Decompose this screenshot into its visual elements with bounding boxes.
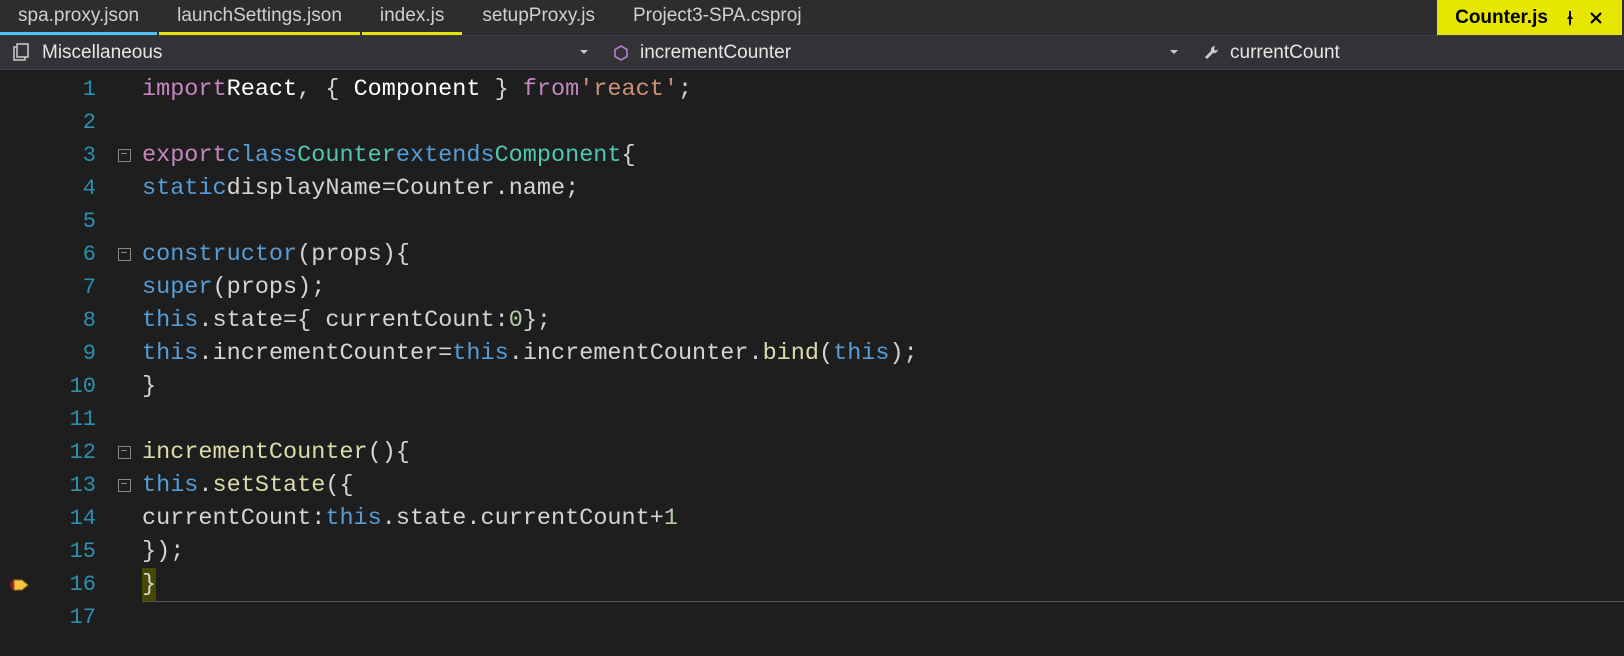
nav-field-dropdown[interactable]: currentCount: [1190, 36, 1624, 69]
line-number: 12: [42, 436, 106, 469]
tab-index-js[interactable]: index.js: [362, 0, 462, 35]
close-icon[interactable]: [1588, 10, 1604, 26]
nav-member-label: incrementCounter: [640, 42, 791, 64]
tab-spa-proxy[interactable]: spa.proxy.json: [0, 0, 157, 35]
gutter-row: 15: [0, 535, 142, 568]
line-number: 9: [42, 337, 106, 370]
line-number: 5: [42, 205, 106, 238]
tab-bar: spa.proxy.json launchSettings.json index…: [0, 0, 1624, 36]
code-line[interactable]: [142, 601, 1624, 634]
nav-scope-dropdown[interactable]: Miscellaneous: [0, 36, 600, 69]
gutter-row: 4: [0, 172, 142, 205]
method-icon: [612, 44, 630, 62]
code-line[interactable]: });: [142, 535, 1624, 568]
line-number: 4: [42, 172, 106, 205]
chevron-down-icon: [578, 42, 590, 64]
code-line[interactable]: constructor(props) {: [142, 238, 1624, 271]
pin-icon[interactable]: [1562, 10, 1578, 26]
code-line[interactable]: }: [142, 370, 1624, 403]
editor-gutter: 123−456−789101112−13−14151617: [0, 70, 142, 656]
files-icon: [12, 43, 32, 63]
fold-toggle-icon[interactable]: −: [118, 479, 131, 492]
line-number: 7: [42, 271, 106, 304]
code-line[interactable]: import React, { Component } from 'react'…: [142, 73, 1624, 106]
line-number: 13: [42, 469, 106, 502]
tab-label: Counter.js: [1455, 7, 1548, 29]
fold-toggle-icon[interactable]: −: [118, 446, 131, 459]
wrench-icon: [1202, 44, 1220, 62]
fold-toggle-icon[interactable]: −: [118, 149, 131, 162]
line-number: 15: [42, 535, 106, 568]
code-line[interactable]: this.setState({: [142, 469, 1624, 502]
gutter-row: 6−: [0, 238, 142, 271]
nav-member-dropdown[interactable]: incrementCounter: [600, 36, 1190, 69]
code-line[interactable]: incrementCounter() {: [142, 436, 1624, 469]
gutter-row: 8: [0, 304, 142, 337]
execution-pointer-icon: [10, 576, 32, 594]
line-number: 8: [42, 304, 106, 337]
tab-setupproxy[interactable]: setupProxy.js: [464, 0, 613, 35]
gutter-row: 12−: [0, 436, 142, 469]
code-line[interactable]: super(props);: [142, 271, 1624, 304]
gutter-row: 11: [0, 403, 142, 436]
tab-label: index.js: [380, 5, 444, 27]
tab-csproj[interactable]: Project3-SPA.csproj: [615, 0, 820, 35]
gutter-row: 2: [0, 106, 142, 139]
gutter-row: 7: [0, 271, 142, 304]
code-line[interactable]: currentCount: this.state.currentCount + …: [142, 502, 1624, 535]
code-line[interactable]: this.incrementCounter = this.incrementCo…: [142, 337, 1624, 370]
code-line[interactable]: [142, 403, 1624, 436]
code-line[interactable]: static displayName = Counter.name;: [142, 172, 1624, 205]
line-number: 10: [42, 370, 106, 403]
line-number: 6: [42, 238, 106, 271]
tab-label: setupProxy.js: [482, 5, 595, 27]
tab-counter-js[interactable]: Counter.js: [1437, 0, 1622, 35]
code-line[interactable]: this.state = { currentCount: 0 };: [142, 304, 1624, 337]
gutter-row: 10: [0, 370, 142, 403]
fold-toggle-icon[interactable]: −: [118, 248, 131, 261]
nav-field-label: currentCount: [1230, 42, 1340, 64]
gutter-row: 14: [0, 502, 142, 535]
line-number: 11: [42, 403, 106, 436]
tab-label: launchSettings.json: [177, 5, 342, 27]
tab-label: spa.proxy.json: [18, 5, 139, 27]
gutter-row: 17: [0, 601, 142, 634]
line-number: 17: [42, 601, 106, 634]
line-number: 3: [42, 139, 106, 172]
gutter-row: 16: [0, 568, 142, 601]
line-number: 14: [42, 502, 106, 535]
code-line[interactable]: [142, 205, 1624, 238]
code-editor[interactable]: 123−456−789101112−13−14151617 import Rea…: [0, 70, 1624, 656]
nav-scope-label: Miscellaneous: [42, 42, 162, 64]
code-line[interactable]: }: [142, 568, 1624, 601]
gutter-row: 9: [0, 337, 142, 370]
gutter-row: 5: [0, 205, 142, 238]
code-line[interactable]: [142, 106, 1624, 139]
gutter-row: 3−: [0, 139, 142, 172]
code-line[interactable]: export class Counter extends Component {: [142, 139, 1624, 172]
chevron-down-icon: [1168, 42, 1180, 64]
line-number: 1: [42, 73, 106, 106]
code-area[interactable]: import React, { Component } from 'react'…: [142, 70, 1624, 656]
line-number: 16: [42, 568, 106, 601]
gutter-row: 1: [0, 73, 142, 106]
gutter-row: 13−: [0, 469, 142, 502]
navigation-bar: Miscellaneous incrementCounter currentCo…: [0, 36, 1624, 70]
tab-label: Project3-SPA.csproj: [633, 5, 802, 27]
line-number: 2: [42, 106, 106, 139]
tab-launchsettings[interactable]: launchSettings.json: [159, 0, 360, 35]
